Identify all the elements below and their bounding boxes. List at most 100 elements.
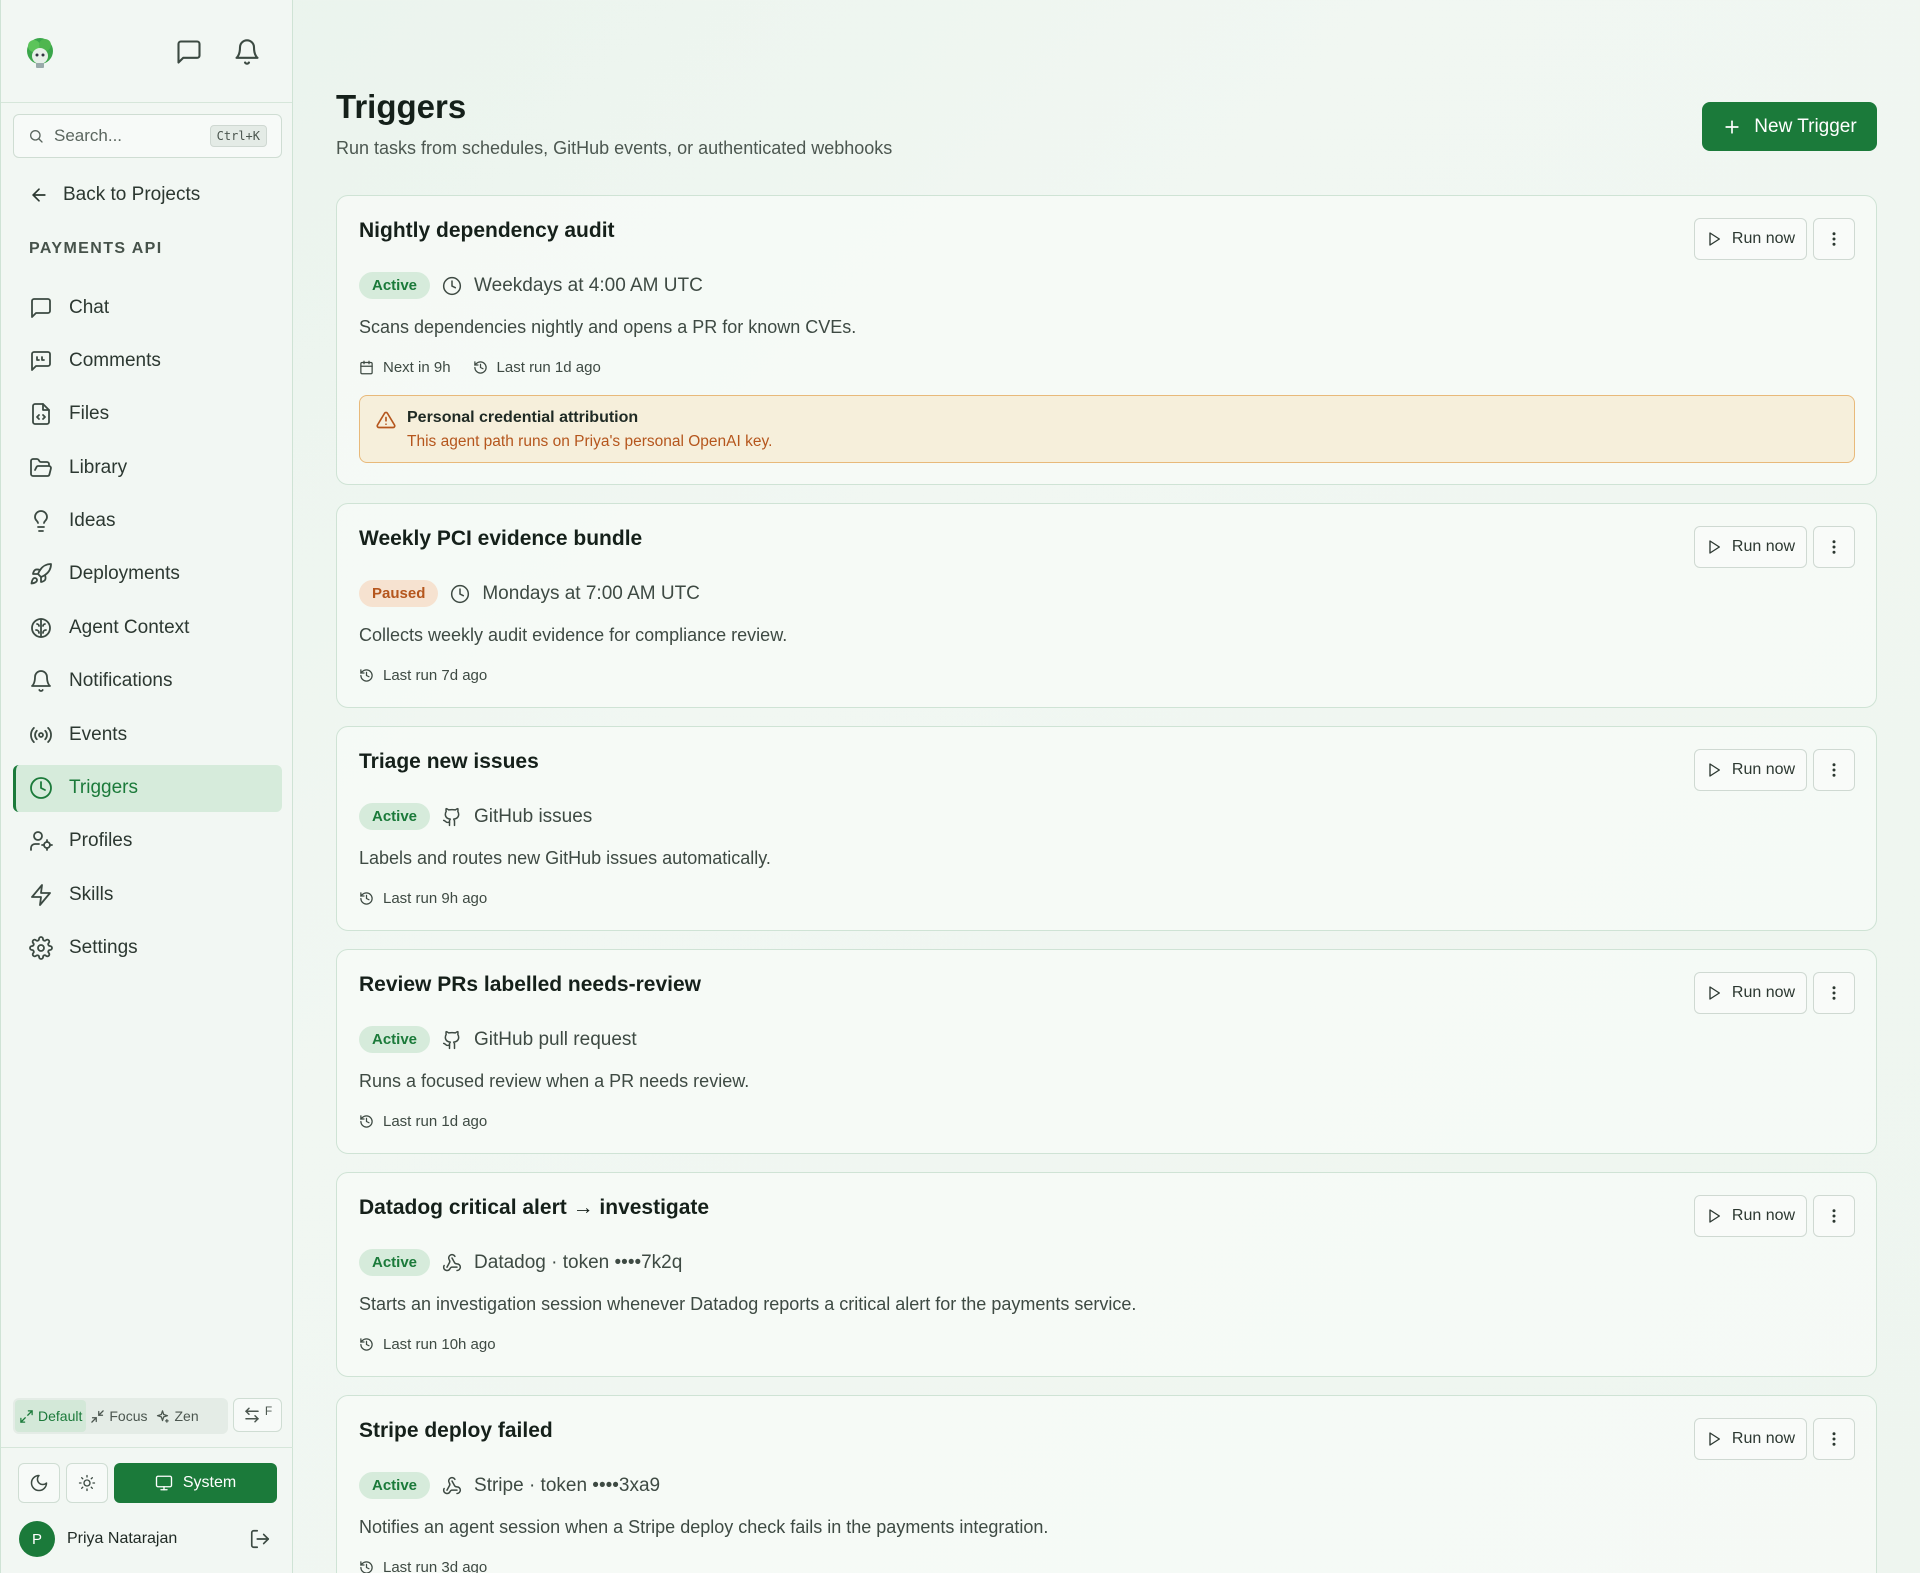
sidebar-item-settings[interactable]: Settings: [13, 925, 282, 972]
sidebar-item-comments[interactable]: Comments: [13, 337, 282, 384]
trigger-source: GitHub issues: [474, 805, 593, 827]
app-logo-icon[interactable]: [23, 36, 57, 70]
last-run: Last run 1d ago: [359, 1113, 487, 1130]
more-options-button[interactable]: [1813, 972, 1855, 1014]
sidebar-item-ideas[interactable]: Ideas: [13, 498, 282, 545]
run-now-button[interactable]: Run now: [1694, 526, 1807, 568]
trigger-source: Mondays at 7:00 AM UTC: [482, 582, 700, 604]
next-run: Next in 9h: [359, 359, 451, 376]
swap-layout-button[interactable]: F: [233, 1398, 282, 1432]
trigger-description: Notifies an agent session when a Stripe …: [359, 1517, 1049, 1537]
light-theme-button[interactable]: [66, 1463, 108, 1503]
user-cog-icon: [30, 831, 53, 852]
trigger-card: Triage new issues Run now Active GitHub …: [336, 726, 1877, 931]
sidebar-item-chat[interactable]: Chat: [13, 284, 282, 331]
system-theme-button[interactable]: System: [114, 1463, 277, 1503]
sidebar-item-label: Ideas: [69, 510, 116, 532]
trigger-name: Weekly PCI evidence bundle: [359, 527, 643, 550]
file-code-icon: [32, 403, 50, 426]
trigger-runs: Last run 7d ago: [359, 667, 487, 684]
trigger-description: Collects weekly audit evidence for compl…: [359, 625, 788, 645]
trigger-source: Stripe · token ••••3xa9: [474, 1474, 661, 1496]
warning-title: Personal credential attribution: [407, 409, 639, 426]
trigger-runs: Last run 9h ago: [359, 890, 487, 907]
more-vertical-icon: [1832, 540, 1836, 554]
last-run: Last run 7d ago: [359, 667, 487, 684]
run-now-button[interactable]: Run now: [1694, 1418, 1807, 1460]
last-run: Last run 3d ago: [359, 1559, 487, 1573]
run-now-label: Run now: [1731, 230, 1796, 247]
last-run: Last run 10h ago: [359, 1336, 496, 1353]
search-shortcut-badge: Ctrl+K: [209, 125, 267, 147]
run-now-button[interactable]: Run now: [1694, 1195, 1807, 1237]
logout-icon[interactable]: [249, 1528, 271, 1550]
search-input[interactable]: Search... Ctrl+K: [13, 114, 282, 158]
folder-open-icon: [30, 457, 52, 477]
sidebar-item-deployments[interactable]: Deployments: [13, 551, 282, 598]
trigger-card: Review PRs labelled needs-review Run now…: [336, 949, 1877, 1154]
more-options-button[interactable]: [1813, 218, 1855, 260]
sidebar-item-label: Triggers: [69, 777, 138, 799]
play-icon: [1709, 232, 1720, 246]
back-to-projects-link[interactable]: Back to Projects: [29, 184, 200, 206]
new-trigger-button[interactable]: New Trigger: [1702, 102, 1877, 151]
more-vertical-icon: [1832, 763, 1836, 777]
run-now-button[interactable]: Run now: [1694, 218, 1807, 260]
mode-focus-button[interactable]: Focus: [86, 1400, 151, 1432]
status-badge: Active: [359, 272, 431, 299]
mode-label: Default: [38, 1408, 83, 1424]
sidebar-header: [1, 0, 292, 103]
trigger-name: Stripe deploy failed: [359, 1419, 553, 1442]
last-run-text: Last run 7d ago: [383, 667, 488, 684]
bell-icon[interactable]: [233, 38, 261, 66]
alert-triangle-icon: [376, 411, 396, 429]
dark-theme-button[interactable]: [18, 1463, 60, 1503]
message-square-icon[interactable]: [175, 38, 203, 66]
history-icon: [360, 1115, 373, 1128]
trigger-meta: Active Weekdays at 4:00 AM UTC: [359, 272, 703, 299]
more-options-button[interactable]: [1813, 1418, 1855, 1460]
sidebar-item-label: Agent Context: [69, 616, 190, 638]
more-options-button[interactable]: [1813, 749, 1855, 791]
mode-default-button[interactable]: Default: [15, 1400, 87, 1432]
play-icon: [1709, 1209, 1720, 1223]
more-options-button[interactable]: [1813, 1195, 1855, 1237]
sidebar-item-profiles[interactable]: Profiles: [13, 818, 282, 865]
sidebar-item-events[interactable]: Events: [13, 711, 282, 758]
more-options-button[interactable]: [1813, 526, 1855, 568]
mode-zen-button[interactable]: Zen: [151, 1400, 202, 1432]
history-icon: [360, 669, 373, 682]
chat-icon: [31, 297, 51, 318]
trigger-runs: Last run 3d ago: [359, 1559, 487, 1573]
trigger-card: Weekly PCI evidence bundle Run now Pause…: [336, 503, 1877, 708]
clock-icon: [30, 777, 52, 799]
swap-shortcut: F: [264, 1404, 273, 1418]
run-now-button[interactable]: Run now: [1694, 749, 1807, 791]
sidebar-item-label: Profiles: [69, 830, 133, 852]
sidebar-item-library[interactable]: Library: [13, 444, 282, 491]
mode-label: Zen: [174, 1408, 199, 1424]
run-now-button[interactable]: Run now: [1694, 972, 1807, 1014]
webhook-icon: [442, 1253, 462, 1271]
search-placeholder: Search...: [54, 126, 123, 145]
more-vertical-icon: [1832, 232, 1836, 246]
last-run-text: Last run 9h ago: [383, 890, 488, 907]
search-icon: [30, 130, 43, 143]
trigger-runs: Next in 9h Last run 1d ago: [359, 359, 601, 376]
arrow-left-right-icon: [245, 1407, 259, 1423]
monitor-icon: [155, 1475, 173, 1491]
run-now-label: Run now: [1731, 984, 1796, 1001]
sidebar-item-skills[interactable]: Skills: [13, 871, 282, 918]
next-run-text: Next in 9h: [383, 359, 451, 376]
arrow-left-icon: [32, 188, 46, 202]
sidebar-item-triggers[interactable]: Triggers: [13, 764, 282, 812]
status-badge: Active: [359, 1026, 431, 1053]
user-profile[interactable]: P Priya Natarajan: [19, 1521, 177, 1557]
sidebar-item-agent-context[interactable]: Agent Context: [13, 604, 282, 651]
last-run-text: Last run 10h ago: [383, 1336, 496, 1353]
sidebar-item-files[interactable]: Files: [13, 391, 282, 438]
clock-icon: [451, 584, 470, 603]
rocket-icon: [30, 563, 52, 585]
page-subtitle: Run tasks from schedules, GitHub events,…: [336, 138, 893, 158]
sidebar-item-notifications[interactable]: Notifications: [13, 658, 282, 705]
